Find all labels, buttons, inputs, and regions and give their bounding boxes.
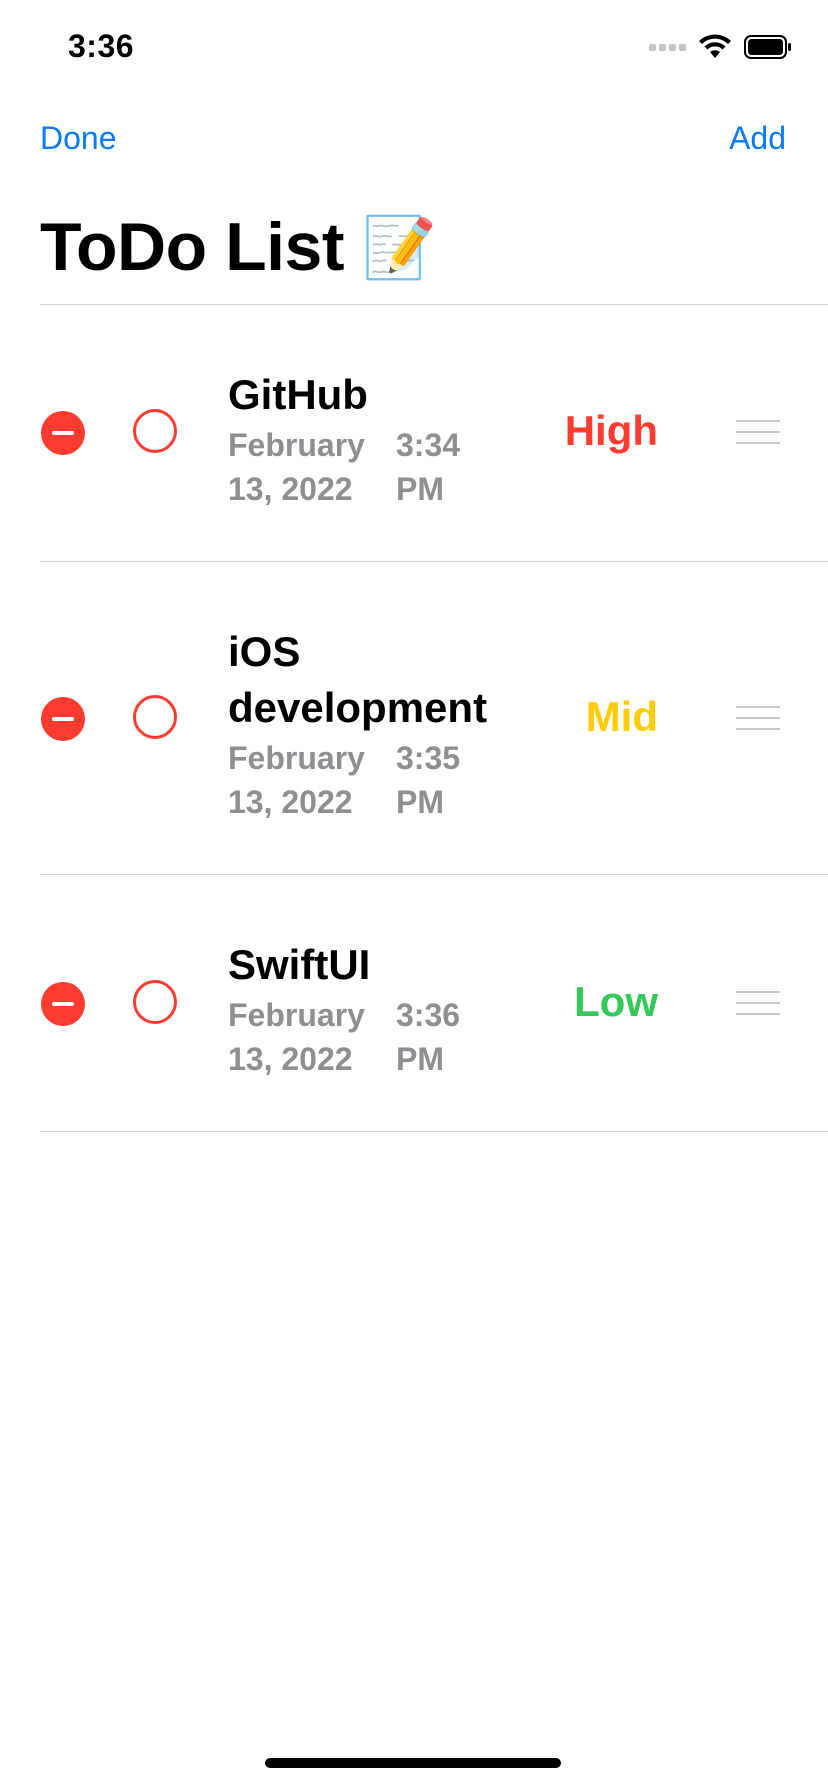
priority-label: High [564, 407, 658, 454]
task-date: 13, 2022 PM [228, 1041, 444, 1077]
task-text: SwiftUI February 3:36 13, 2022 PM [228, 937, 518, 1081]
task-date: February 3:36 [228, 997, 461, 1033]
delete-button[interactable] [41, 411, 85, 455]
list-item[interactable]: SwiftUI February 3:36 13, 2022 PM Low [0, 875, 828, 1131]
memo-icon: 📝 [361, 213, 437, 281]
task-date: 13, 2022 PM [228, 784, 444, 820]
wifi-icon [699, 34, 731, 58]
status-bar: 3:36 [0, 0, 828, 90]
reorder-handle-icon[interactable] [736, 706, 780, 739]
complete-toggle[interactable] [133, 980, 177, 1024]
task-text: GitHub February 3:34 13, 2022 PM [228, 367, 518, 511]
delete-button[interactable] [41, 697, 85, 741]
add-button[interactable]: Add [729, 120, 786, 157]
complete-toggle[interactable] [133, 695, 177, 739]
task-date: February 3:34 [228, 427, 461, 463]
task-text: iOS development February 3:35 13, 2022 P… [228, 624, 518, 824]
divider [40, 1131, 828, 1132]
list-item[interactable]: iOS development February 3:35 13, 2022 P… [0, 562, 828, 874]
delete-button[interactable] [41, 982, 85, 1026]
task-date: February 3:35 [228, 740, 461, 776]
battery-icon [744, 35, 791, 59]
status-time: 3:36 [68, 28, 135, 64]
priority-label: Low [574, 978, 658, 1025]
page-title-text: ToDo List [40, 209, 344, 285]
home-indicator[interactable] [265, 1758, 561, 1768]
priority-label: Mid [585, 693, 658, 740]
status-icons [649, 34, 792, 60]
reorder-handle-icon[interactable] [736, 991, 780, 1024]
page-title: ToDo List 📝 [40, 208, 437, 286]
task-title: GitHub [228, 371, 368, 418]
list-item[interactable]: GitHub February 3:34 13, 2022 PM High [0, 305, 828, 561]
reorder-handle-icon[interactable] [736, 420, 780, 453]
cellular-signal-icon [649, 43, 686, 51]
task-title: SwiftUI [228, 941, 371, 988]
task-date: 13, 2022 PM [228, 471, 444, 507]
done-button[interactable]: Done [40, 120, 117, 157]
complete-toggle[interactable] [133, 409, 177, 453]
task-title: iOS development [228, 628, 488, 731]
